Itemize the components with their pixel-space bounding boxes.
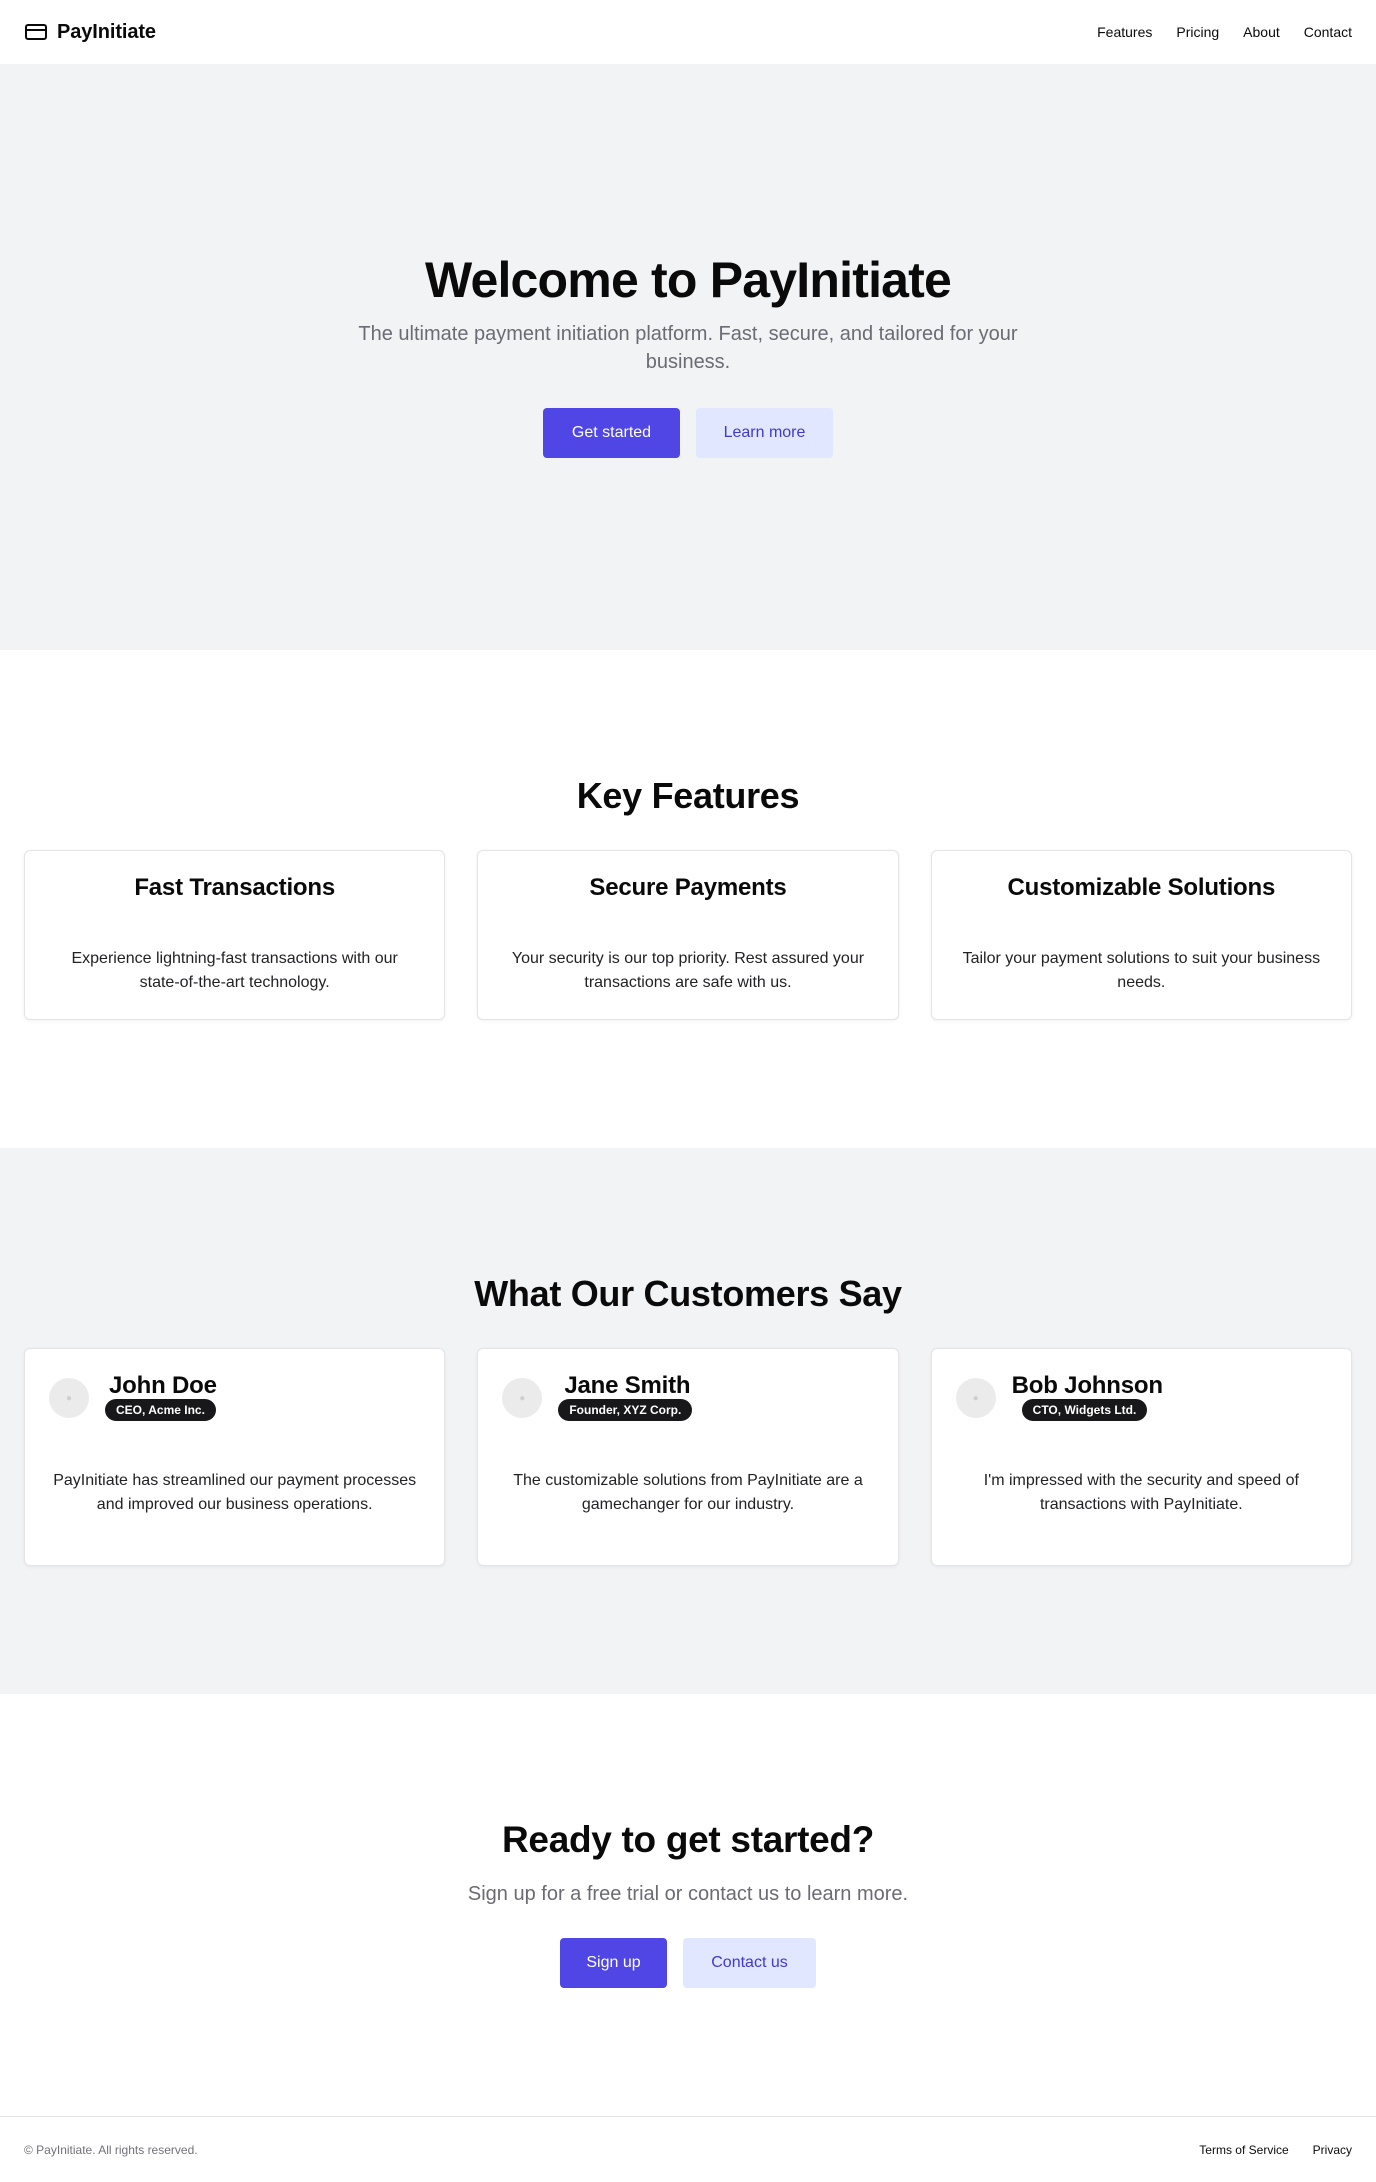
testimonials-grid: ● John Doe CEO, Acme Inc. PayInitiate ha… [24,1348,1352,1566]
feature-title: Secure Payments [589,874,787,901]
hero-title: Welcome to PayInitiate [424,252,952,308]
learn-more-button[interactable]: Learn more [696,408,833,458]
testimonial-card: ● Jane Smith Founder, XYZ Corp. The cust… [477,1348,899,1566]
role-badge: CTO, Widgets Ltd. [1021,1399,1148,1421]
testimonial-quote: The customizable solutions from PayIniti… [513,1472,863,1513]
feature-description: Experience lightning-fast transactions w… [71,950,398,991]
feature-description: Tailor your payment solutions to suit yo… [962,950,1321,991]
person-name: Jane Smith [564,1372,691,1399]
feature-title: Fast Transactions [134,874,335,901]
site-header: PayInitiate Features Pricing About Conta… [0,0,1376,64]
feature-card: Fast Transactions Experience lightning-f… [24,850,446,1020]
cta-subtitle: Sign up for a free trial or contact us t… [467,1883,909,1905]
hero-section: Welcome to PayInitiate The ultimate paym… [0,64,1376,650]
hero-subtitle: The ultimate payment initiation platform… [358,323,1018,373]
feature-card: Secure Payments Your security is our top… [477,850,899,1020]
brand-name: PayInitiate [57,20,156,43]
features-title: Key Features [576,775,800,816]
testimonial-card: ● John Doe CEO, Acme Inc. PayInitiate ha… [24,1348,446,1566]
hero-buttons: Get started Learn more [0,408,1376,458]
footer-links: Terms of Service Privacy [1199,2143,1352,2157]
features-grid: Fast Transactions Experience lightning-f… [24,850,1352,1020]
contact-us-button[interactable]: Contact us [683,1938,816,1988]
avatar: ● [502,1378,543,1418]
avatar: ● [955,1378,996,1418]
nav-link-contact[interactable]: Contact [1304,24,1352,40]
role-badge: CEO, Acme Inc. [105,1399,216,1421]
cta-title: Ready to get started? [502,1819,874,1860]
nav-link-features[interactable]: Features [1097,24,1152,40]
testimonial-quote: I'm impressed with the security and spee… [983,1472,1299,1513]
privacy-link[interactable]: Privacy [1313,2143,1352,2157]
features-section: Key Features Fast Transactions Experienc… [0,650,1376,1148]
copyright-text: © PayInitiate. All rights reserved. [24,2142,198,2157]
nav-link-pricing[interactable]: Pricing [1176,24,1219,40]
testimonials-section: What Our Customers Say ● John Doe CEO, A… [0,1148,1376,1694]
main-nav: Features Pricing About Contact [1097,24,1352,40]
avatar: ● [49,1378,89,1418]
credit-card-icon [24,20,48,44]
nav-link-about[interactable]: About [1243,24,1280,40]
testimonials-title: What Our Customers Say [474,1273,902,1314]
cta-section: Ready to get started? Sign up for a free… [0,1694,1376,2116]
feature-description: Your security is our top priority. Rest … [511,950,865,991]
person-name: John Doe [109,1372,217,1399]
get-started-button[interactable]: Get started [543,408,680,458]
feature-card: Customizable Solutions Tailor your payme… [930,850,1352,1020]
cta-buttons: Sign up Contact us [0,1938,1376,1988]
testimonial-card: ● Bob Johnson CTO, Widgets Ltd. I'm impr… [930,1348,1352,1566]
sign-up-button[interactable]: Sign up [560,1938,667,1988]
brand-link[interactable]: PayInitiate [24,20,156,44]
person-name: Bob Johnson [1011,1372,1163,1399]
testimonial-quote: PayInitiate has streamlined our payment … [53,1472,417,1513]
terms-of-service-link[interactable]: Terms of Service [1199,2143,1288,2157]
role-badge: Founder, XYZ Corp. [558,1399,693,1421]
feature-title: Customizable Solutions [1007,874,1276,901]
site-footer: © PayInitiate. All rights reserved. Term… [0,2116,1376,2182]
